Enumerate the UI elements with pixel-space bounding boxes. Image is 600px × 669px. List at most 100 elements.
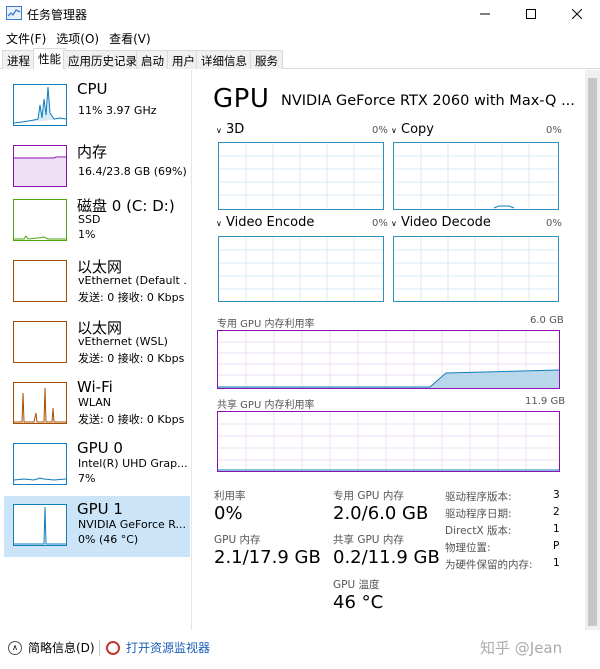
chevron-down-icon: ∨ — [216, 219, 222, 228]
driver-version-label: 驱动程序版本: — [445, 491, 512, 503]
sidebar-detail: 0% (46 °C) — [78, 533, 139, 546]
footer-bar: ∧ 简略信息(D) 打开资源监视器 知乎 @Jean — [0, 630, 600, 669]
utilization-value: 0% — [214, 503, 243, 524]
sidebar-subtitle: NVIDIA GeForce R... — [78, 518, 187, 531]
scrollbar-thumb[interactable] — [588, 78, 597, 626]
sidebar-item-ethernet-default[interactable]: 以太网 vEthernet (Default ... 发送: 0 接收: 0 K… — [4, 252, 190, 313]
dedicated-memory-label: 专用 GPU 内存利用率 — [217, 319, 315, 330]
shared-memory-stat-value: 0.2/11.9 GB — [333, 547, 440, 568]
shared-memory-label: 共享 GPU 内存利用率 — [217, 400, 315, 411]
gpu-memory-value: 2.1/17.9 GB — [214, 547, 321, 568]
engine-percent: 0% — [372, 125, 388, 136]
directx-version-value: 1 — [553, 523, 560, 535]
sidebar-title: 内存 — [77, 143, 108, 161]
ethernet-thumbnail-graph — [13, 321, 67, 363]
dedicated-memory-stat-value: 2.0/6.0 GB — [333, 503, 429, 524]
chevron-down-icon: ∨ — [216, 126, 222, 135]
close-button[interactable] — [554, 0, 600, 28]
physical-location-value: P — [553, 540, 560, 552]
dedicated-memory-max: 6.0 GB — [530, 315, 564, 326]
driver-date-value: 2 — [553, 506, 560, 518]
sidebar-subtitle: 16.4/23.8 GB (69%) — [78, 165, 187, 178]
maximize-button[interactable] — [508, 0, 554, 28]
directx-version-label: DirectX 版本: — [445, 525, 512, 537]
fewer-details-label: 简略信息(D) — [28, 641, 95, 655]
engine-video-decode-selector[interactable]: ∨ Video Decode — [391, 215, 491, 230]
tab-details[interactable]: 详细信息 — [196, 50, 252, 69]
memory-thumbnail-graph — [13, 145, 67, 187]
sidebar-item-wifi[interactable]: Wi-Fi WLAN 发送: 0 接收: 0 Kbps — [4, 374, 190, 435]
sidebar-title: GPU 1 — [77, 500, 123, 518]
tab-app-history[interactable]: 应用历史记录 — [63, 50, 142, 69]
tab-processes[interactable]: 进程 — [2, 50, 35, 69]
disk-thumbnail-graph — [13, 199, 67, 241]
sidebar-detail: 7% — [78, 472, 96, 485]
gpu-memory-label: GPU 内存 — [214, 534, 261, 546]
sidebar-item-cpu[interactable]: CPU 11% 3.97 GHz — [4, 76, 190, 137]
menu-file[interactable]: 文件(F) — [0, 28, 46, 48]
engine-label: Video Encode — [226, 215, 315, 230]
engine-label: Video Decode — [401, 215, 491, 230]
wifi-thumbnail-graph — [13, 382, 67, 424]
title-bar: 任务管理器 — [0, 0, 600, 28]
sidebar-detail: 发送: 0 接收: 0 Kbps — [78, 291, 185, 304]
engine-3d-selector[interactable]: ∨ 3D — [216, 122, 244, 137]
sidebar-detail: 发送: 0 接收: 0 Kbps — [78, 352, 185, 365]
sidebar-item-gpu1[interactable]: GPU 1 NVIDIA GeForce R... 0% (46 °C) — [4, 496, 190, 557]
sidebar-subtitle: Intel(R) UHD Grap... — [78, 457, 188, 470]
engine-percent: 0% — [546, 218, 562, 229]
dedicated-memory-graph — [217, 330, 560, 389]
engine-3d-graph — [218, 142, 384, 210]
sidebar-title: GPU 0 — [77, 439, 123, 457]
dedicated-memory-stat-label: 专用 GPU 内存 — [333, 490, 404, 502]
resource-monitor-icon — [106, 640, 120, 655]
open-resource-monitor-link[interactable]: 打开资源监视器 — [106, 639, 210, 656]
engine-label: 3D — [226, 122, 245, 137]
sidebar-item-gpu0[interactable]: GPU 0 Intel(R) UHD Grap... 7% — [4, 435, 190, 496]
engine-percent: 0% — [372, 218, 388, 229]
window-title: 任务管理器 — [27, 8, 88, 22]
minimize-button[interactable] — [462, 0, 508, 28]
chevron-down-icon: ∨ — [391, 126, 397, 135]
fewer-details-button[interactable]: ∧ 简略信息(D) — [8, 639, 95, 656]
gpu-model-name: NVIDIA GeForce RTX 2060 with Max-Q ... — [281, 93, 575, 109]
menu-view[interactable]: 查看(V) — [103, 28, 151, 48]
reserved-memory-label: 为硬件保留的内存: — [445, 559, 533, 571]
task-manager-icon — [6, 6, 22, 20]
gpu-temperature-value: 46 °C — [333, 592, 384, 613]
sidebar-subtitle: SSD — [78, 213, 101, 226]
sidebar-item-memory[interactable]: 内存 16.4/23.8 GB (69%) — [4, 137, 190, 198]
menu-bar: 文件(F) 选项(O) 查看(V) — [0, 28, 600, 48]
engine-copy-selector[interactable]: ∨ Copy — [391, 122, 434, 137]
utilization-label: 利用率 — [214, 490, 246, 502]
engine-label: Copy — [401, 122, 434, 137]
sidebar-item-ethernet-wsl[interactable]: 以太网 vEthernet (WSL) 发送: 0 接收: 0 Kbps — [4, 313, 190, 374]
engine-copy-graph — [393, 142, 559, 210]
shared-memory-max: 11.9 GB — [525, 396, 566, 407]
sidebar-item-disk[interactable]: 磁盘 0 (C: D:) SSD 1% — [4, 191, 190, 252]
tab-services[interactable]: 服务 — [250, 50, 283, 69]
engine-video-encode-selector[interactable]: ∨ Video Encode — [216, 215, 314, 230]
tab-startup[interactable]: 启动 — [136, 50, 169, 69]
engine-video-decode-graph — [393, 236, 559, 302]
sidebar-subtitle: WLAN — [78, 396, 112, 409]
tab-performance[interactable]: 性能 — [33, 48, 66, 69]
gpu-detail-panel: GPU NVIDIA GeForce RTX 2060 with Max-Q .… — [200, 70, 583, 630]
driver-date-label: 驱动程序日期: — [445, 508, 512, 520]
sidebar-subtitle: vEthernet (Default ... — [78, 274, 188, 287]
cpu-thumbnail-graph — [13, 84, 67, 126]
menu-options[interactable]: 选项(O) — [50, 28, 99, 48]
reserved-memory-value: 1 — [553, 557, 560, 569]
watermark: 知乎 @Jean — [480, 639, 563, 657]
resource-monitor-label: 打开资源监视器 — [126, 641, 211, 655]
footer-divider — [99, 640, 100, 656]
shared-memory-stat-label: 共享 GPU 内存 — [333, 534, 404, 546]
resource-sidebar: CPU 11% 3.97 GHz 内存 16.4/23.8 GB (69%) 磁… — [0, 70, 192, 630]
page-title: GPU — [213, 84, 270, 114]
chevron-up-circle-icon: ∧ — [8, 640, 22, 655]
gpu-temperature-label: GPU 温度 — [333, 579, 380, 591]
sidebar-detail: 1% — [78, 228, 96, 241]
shared-memory-graph — [217, 411, 560, 472]
driver-version-value: 3 — [553, 489, 560, 501]
sidebar-detail: 发送: 0 接收: 0 Kbps — [78, 413, 185, 426]
